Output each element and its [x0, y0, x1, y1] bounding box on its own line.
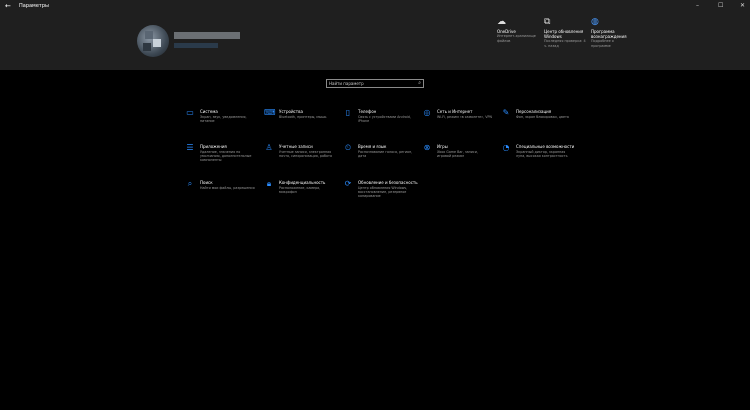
arrow-left-icon[interactable]: ← [5, 1, 11, 11]
tile-update-security[interactable]: ⟳ Обновление и безопасность Центр обновл… [343, 179, 418, 209]
personalization-icon: ✎ [502, 108, 510, 117]
rewards-link[interactable]: ◍ Программа вознаграждения Подробнее о п… [591, 17, 633, 48]
window-title: Параметры [19, 3, 49, 9]
search-icon: ⌕ [187, 179, 193, 188]
person-icon: ♙ [265, 143, 273, 152]
user-email-redacted [174, 43, 218, 48]
title-bar: ← Параметры – ☐ ✕ [0, 0, 750, 12]
clock-language-icon: ⏲ [344, 143, 352, 152]
tile-devices[interactable]: ⌨ Устройства Bluetooth, принтеры, мышь [264, 108, 334, 138]
tile-system[interactable]: ▭ Система Экран, звук, уведомления, пита… [185, 108, 255, 138]
tile-time-language[interactable]: ⏲ Время и язык Распознавание голоса, рег… [343, 143, 413, 173]
apps-list-icon: ☰ [186, 143, 194, 152]
update-center-icon: ⧉ [544, 17, 551, 27]
tile-gaming[interactable]: ⊗ Игры Xbox Game Bar, записи, игровой ре… [422, 143, 492, 173]
account-header: ☁ OneDrive Интернет-хранилище файлов ⧉ Ц… [0, 12, 750, 70]
devices-icon: ⌨ [264, 108, 276, 117]
windows-update-link[interactable]: ⧉ Центр обновления Windows Последняя про… [544, 17, 586, 48]
cloud-icon: ☁ [497, 17, 506, 27]
onedrive-link[interactable]: ☁ OneDrive Интернет-хранилище файлов [497, 17, 539, 43]
tile-apps[interactable]: ☰ Приложения Удаление, значения по умолч… [185, 143, 255, 173]
phone-icon: ▯ [345, 108, 351, 117]
close-icon[interactable]: ✕ [740, 1, 745, 11]
avatar[interactable] [137, 25, 169, 57]
sync-icon: ⟳ [344, 179, 352, 188]
accessibility-icon: ◔ [502, 143, 510, 152]
rewards-globe-icon: ◍ [591, 17, 599, 27]
tile-accounts[interactable]: ♙ Учетные записи Учетные записи, электро… [264, 143, 334, 173]
globe-icon: ◎ [423, 108, 431, 117]
laptop-icon: ▭ [186, 108, 194, 117]
tile-accessibility[interactable]: ◔ Специальные возможности Экранный дикто… [501, 143, 575, 173]
user-name-redacted [174, 32, 240, 39]
tile-network[interactable]: ◎ Сеть и Интернет Wi-Fi, режим «в самоле… [422, 108, 492, 138]
search-input[interactable] [329, 80, 413, 87]
tile-personalization[interactable]: ✎ Персонализация Фон, экран блокировки, … [501, 108, 571, 138]
tile-search[interactable]: ⌕ Поиск Найти мои файлы, разрешения [185, 179, 255, 209]
tile-privacy[interactable]: 🔒︎ Конфиденциальность Расположение, каме… [264, 179, 334, 209]
search-box: ⌕ [326, 79, 424, 88]
lock-icon: 🔒︎ [266, 179, 272, 188]
search-icon[interactable]: ⌕ [418, 80, 421, 87]
maximize-icon[interactable]: ☐ [718, 1, 723, 11]
xbox-icon: ⊗ [423, 143, 431, 152]
tile-phone[interactable]: ▯ Телефон Связь с устройствами Android, … [343, 108, 413, 138]
minimize-icon[interactable]: – [696, 1, 699, 11]
